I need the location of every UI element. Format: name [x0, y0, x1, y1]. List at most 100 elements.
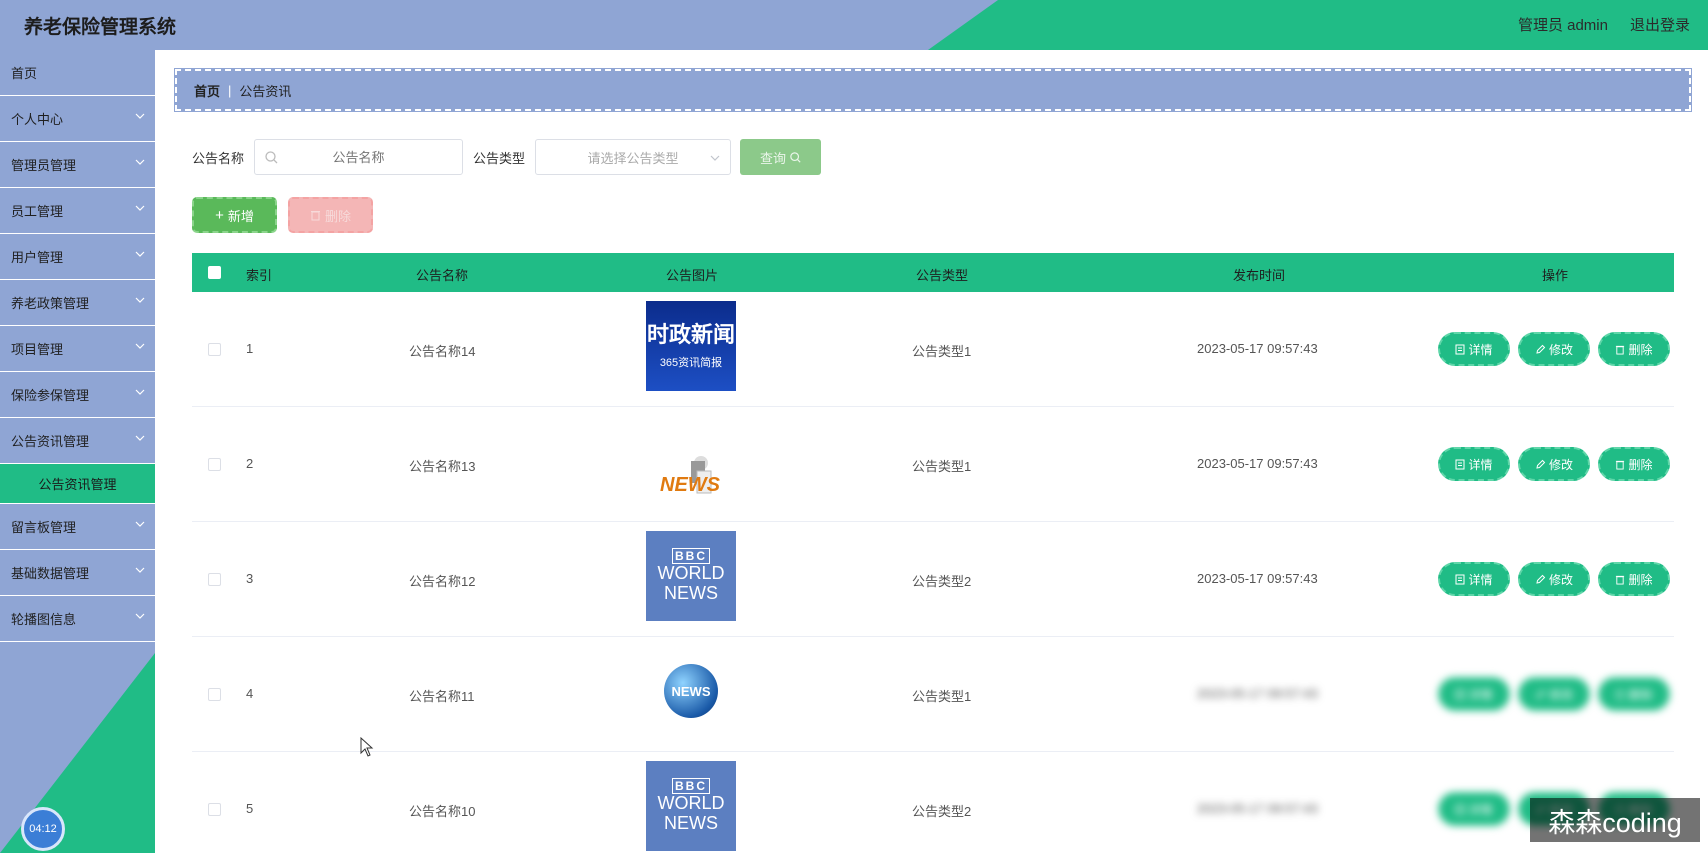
- app-title: 养老保险管理系统: [24, 17, 177, 38]
- header-index: 索引: [246, 268, 273, 283]
- search-icon: [265, 151, 278, 164]
- sidebar-item-label: 首页: [11, 66, 38, 81]
- edit-button[interactable]: 修改: [1518, 332, 1590, 366]
- sidebar-item[interactable]: 保险参保管理: [0, 372, 155, 418]
- chevron-down-icon: [135, 613, 145, 619]
- document-icon: [1455, 459, 1465, 469]
- delete-button[interactable]: 删除: [1598, 677, 1670, 711]
- sidebar-item[interactable]: 养老政策管理: [0, 280, 155, 326]
- query-button[interactable]: 查询: [740, 139, 822, 175]
- header-name: 公告名称: [416, 268, 469, 283]
- table-row: 1 公告名称14 时政新闻 365资讯简报 公告类型1 2023-05-17 09:57:…: [192, 292, 1674, 407]
- document-icon: [1455, 344, 1465, 354]
- chevron-down-icon: [135, 343, 145, 349]
- type-select[interactable]: 请选择公告类型: [535, 139, 732, 175]
- trash-icon: [1616, 460, 1625, 469]
- sidebar-item-label: 管理员管理: [11, 158, 77, 173]
- query-button-label: 查询: [760, 150, 787, 166]
- document-icon: [1455, 689, 1465, 699]
- edit-button[interactable]: 修改: [1518, 447, 1590, 481]
- row-notice-type: 公告类型2: [912, 804, 972, 819]
- row-publish-time: 2023-05-17 09:57:43: [1197, 801, 1318, 816]
- header-time: 发布时间: [1233, 268, 1286, 283]
- sidebar-item[interactable]: 个人中心: [0, 96, 155, 142]
- table-header: 索引 公告名称 公告图片 公告类型 发布时间 操作: [192, 253, 1674, 292]
- current-user-label: 管理员 admin: [1517, 17, 1608, 34]
- pencil-icon: [1536, 459, 1546, 469]
- header-ops: 操作: [1542, 268, 1569, 283]
- sidebar-item[interactable]: 用户管理: [0, 234, 155, 280]
- sidebar-item[interactable]: 管理员管理: [0, 142, 155, 188]
- document-icon: [1455, 804, 1465, 814]
- sidebar-item[interactable]: 留言板管理: [0, 504, 155, 550]
- edit-button[interactable]: 修改: [1518, 562, 1590, 596]
- detail-button[interactable]: 详情: [1438, 562, 1510, 596]
- chevron-down-icon: [135, 567, 145, 573]
- row-index: 2: [246, 456, 254, 471]
- edit-button[interactable]: 修改: [1518, 677, 1590, 711]
- table-row: 5 公告名称10 BBC WORLD NEWS 公告类型2 2023-05-17 09:57…: [192, 752, 1674, 853]
- sidebar-item[interactable]: 员工管理: [0, 188, 155, 234]
- row-publish-time: 2023-05-17 09:57:43: [1197, 686, 1318, 701]
- name-search-label: 公告名称: [192, 150, 245, 166]
- chevron-down-icon: [135, 521, 145, 527]
- sidebar-item[interactable]: 公告资讯管理: [0, 418, 155, 464]
- table-row: 3 公告名称12 BBC WORLD NEWS 公告类型2 2023-05-17 09:57…: [192, 522, 1674, 637]
- chevron-down-icon: [135, 113, 145, 119]
- sidebar-item[interactable]: 项目管理: [0, 326, 155, 372]
- row-checkbox[interactable]: [208, 688, 221, 701]
- chevron-down-icon: [135, 159, 145, 165]
- detail-button[interactable]: 详情: [1438, 792, 1510, 826]
- row-publish-time: 2023-05-17 09:57:43: [1197, 571, 1318, 586]
- sidebar-item[interactable]: 基础数据管理: [0, 550, 155, 596]
- notice-table: 索引 公告名称 公告图片 公告类型 发布时间 操作 1 公告名称14 时政新闻 365…: [192, 253, 1674, 853]
- top-header: 养老保险管理系统 管理员 admin 退出登录: [0, 0, 1708, 50]
- delete-button[interactable]: 删除: [1598, 332, 1670, 366]
- header-image: 公告图片: [666, 268, 719, 283]
- chevron-down-icon: [710, 155, 720, 161]
- row-index: 3: [246, 571, 254, 586]
- name-search-input[interactable]: [255, 149, 463, 165]
- document-icon: [1455, 574, 1465, 584]
- breadcrumb-separator: |: [228, 82, 232, 98]
- add-button[interactable]: + 新增: [192, 197, 277, 233]
- row-notice-name: 公告名称11: [409, 689, 475, 704]
- sidebar-item-label: 轮播图信息: [11, 612, 77, 627]
- sidebar-item[interactable]: 首页: [0, 50, 155, 96]
- sidebar-item-label: 养老政策管理: [11, 296, 90, 311]
- row-checkbox[interactable]: [208, 458, 221, 471]
- select-all-checkbox[interactable]: [208, 266, 221, 279]
- detail-button[interactable]: 详情: [1438, 332, 1510, 366]
- chevron-down-icon: [135, 205, 145, 211]
- row-notice-type: 公告类型1: [912, 344, 972, 359]
- row-checkbox[interactable]: [208, 343, 221, 356]
- detail-button[interactable]: 详情: [1438, 447, 1510, 481]
- sidebar-item[interactable]: 轮播图信息: [0, 596, 155, 642]
- header-type: 公告类型: [916, 268, 969, 283]
- pencil-icon: [1536, 574, 1546, 584]
- row-checkbox[interactable]: [208, 573, 221, 586]
- notice-image: 时政新闻 365资讯简报: [646, 301, 736, 391]
- timer-badge: 04:12: [21, 807, 65, 851]
- detail-button[interactable]: 详情: [1438, 677, 1510, 711]
- globe-icon: NEWS: [664, 664, 718, 718]
- search-icon: [790, 151, 801, 163]
- name-search-field[interactable]: [254, 139, 464, 175]
- pencil-icon: [1536, 344, 1546, 354]
- breadcrumb-home[interactable]: 首页: [194, 81, 220, 100]
- row-checkbox[interactable]: [208, 803, 221, 816]
- pencil-icon: [1536, 689, 1546, 699]
- delete-button[interactable]: 删除: [1598, 562, 1670, 596]
- sidebar-item-label: 公告资讯管理: [11, 434, 90, 449]
- notice-image: NEWS: [646, 416, 736, 506]
- mouse-cursor-icon: [360, 737, 374, 757]
- sidebar: 首页个人中心管理员管理员工管理 用户管理养老政策管理项目管理 保险参保管理公告资讯管…: [0, 50, 155, 853]
- add-button-label: 新增: [227, 208, 254, 224]
- row-publish-time: 2023-05-17 09:57:43: [1197, 456, 1318, 471]
- row-notice-name: 公告名称12: [409, 574, 476, 589]
- sidebar-subitem-notice-management[interactable]: 公告资讯管理: [0, 464, 155, 504]
- logout-link[interactable]: 退出登录: [1630, 14, 1690, 35]
- delete-button[interactable]: 删除: [1598, 447, 1670, 481]
- batch-delete-button[interactable]: 删除: [288, 197, 373, 233]
- sidebar-item-label: 留言板管理: [11, 520, 77, 535]
